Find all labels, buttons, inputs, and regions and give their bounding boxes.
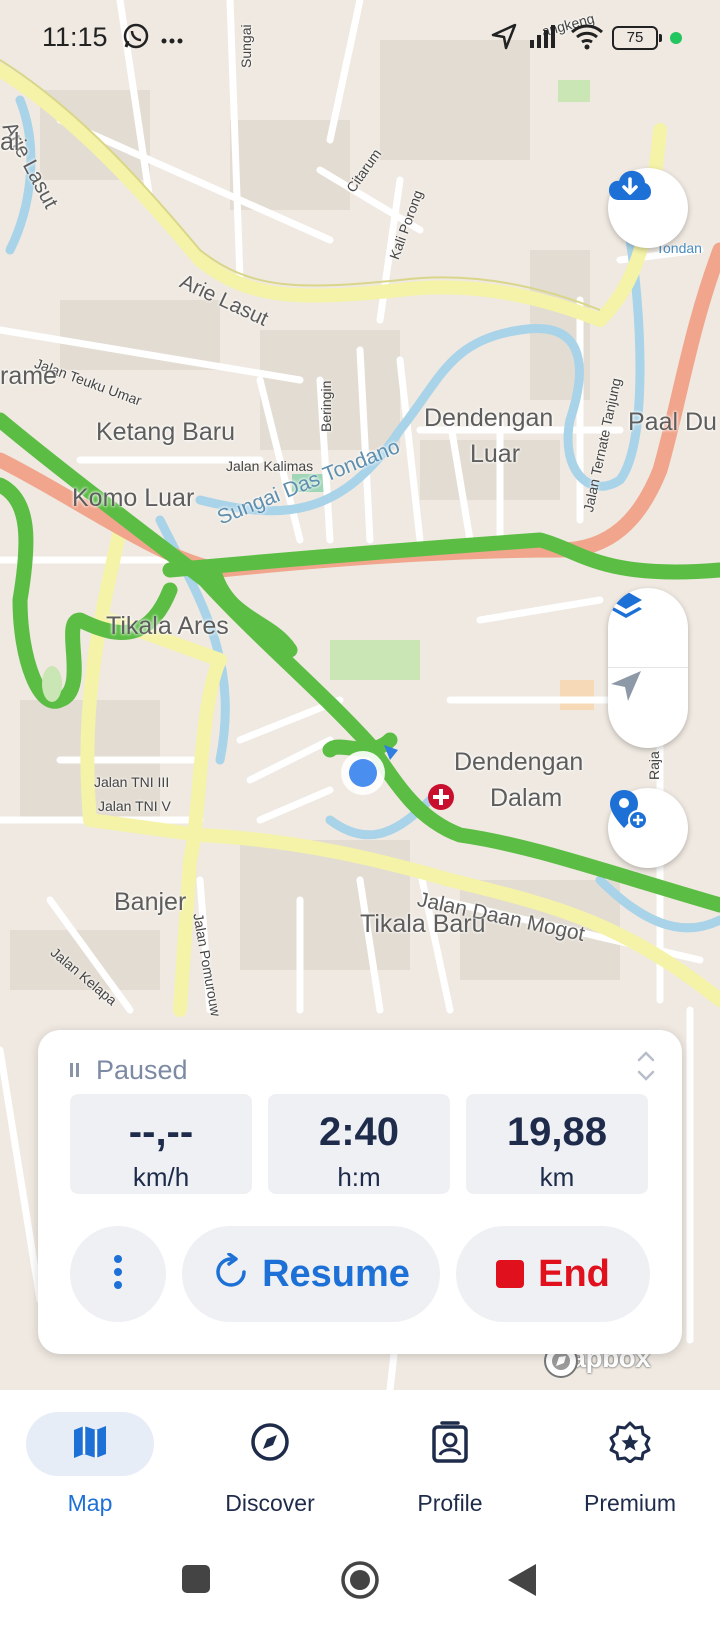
home-button[interactable] [340, 1560, 380, 1605]
nav-item-discover[interactable]: Discover [180, 1412, 360, 1522]
speed-unit: km/h [132, 1162, 190, 1192]
nav-label: Premium [583, 1490, 676, 1516]
profile-badge-icon [430, 1420, 470, 1468]
nav-active-indicator [26, 1412, 154, 1476]
resume-label: Resume [262, 1252, 410, 1295]
nav-icon-container [566, 1412, 694, 1476]
vertical-dots-icon [112, 1254, 124, 1295]
map-controls-group [608, 588, 688, 748]
tracking-card: Paused --,-- km/h 2:40 h:m 19,88 km Resu… [38, 1030, 682, 1354]
distance-value: 19,88 [506, 1110, 608, 1154]
map-label: Dendengan [424, 404, 554, 432]
map-label: Jalan TNI III [94, 774, 170, 790]
signal-icon [528, 22, 562, 55]
my-location-button[interactable] [608, 668, 688, 748]
map-label: Luar [470, 440, 521, 468]
offline-download-button[interactable] [608, 168, 688, 248]
map-label: Jalan TNI V [98, 798, 171, 814]
resume-icon [212, 1251, 250, 1296]
map-label: Tikala Ares [106, 612, 229, 640]
duration-value: 2:40 [318, 1110, 400, 1154]
battery-charging-dot [670, 32, 682, 44]
speed-stat: --,-- km/h [70, 1094, 252, 1194]
nav-label: Map [67, 1490, 113, 1516]
speed-value: --,-- [128, 1110, 194, 1154]
map-label: Ketang Baru [96, 418, 235, 446]
status-time: 11:15 [42, 22, 108, 52]
stop-icon [496, 1260, 525, 1288]
battery-icon: 75 [612, 26, 662, 50]
back-button[interactable] [506, 1562, 538, 1603]
add-place-button[interactable] [608, 788, 688, 868]
duration-stat: 2:40 h:m [268, 1094, 450, 1194]
premium-badge-icon [609, 1421, 651, 1468]
map-label: rame [0, 362, 57, 390]
bottom-navigation: Map Discover Profile Premium [0, 1390, 720, 1530]
map-label: Raja [646, 751, 662, 780]
duration-unit: h:m [337, 1162, 381, 1192]
pause-icon [70, 1063, 82, 1077]
map-label: Beringin [318, 380, 334, 432]
map-icon [70, 1422, 110, 1467]
map-label: Tikala Baru [360, 910, 486, 938]
nav-item-map[interactable]: Map [0, 1412, 180, 1522]
map-label: al [0, 128, 20, 156]
more-dots-icon [160, 32, 184, 50]
nav-label: Discover [225, 1490, 315, 1516]
nav-icon-container [386, 1412, 514, 1476]
map-label: Banjer [114, 888, 187, 916]
distance-stat: 19,88 km [466, 1094, 648, 1194]
nav-item-premium[interactable]: Premium [540, 1412, 720, 1522]
end-button[interactable]: End [456, 1226, 650, 1322]
map-label: Komo Luar [72, 484, 195, 512]
nav-label: Profile [417, 1490, 483, 1516]
more-options-button[interactable] [70, 1226, 166, 1322]
wifi-icon [570, 22, 604, 55]
status-bar: 11:15 75 [0, 0, 720, 80]
compass-icon [249, 1421, 291, 1468]
map-label: Dendengan [454, 748, 584, 776]
location-arrow-icon [490, 22, 518, 55]
resume-button[interactable]: Resume [182, 1226, 440, 1322]
map-label: Dalam [490, 784, 563, 812]
status-label: Paused [96, 1054, 188, 1085]
app-root: Arie Lasut Arie Lasut Jalan Teuku Umar r… [0, 0, 720, 1640]
expand-collapse-icon[interactable] [634, 1046, 658, 1086]
map-label: Paal Du [628, 408, 717, 436]
tracking-status: Paused [70, 1050, 188, 1090]
distance-unit: km [539, 1162, 575, 1192]
system-navigation-bar [0, 1530, 720, 1640]
nav-icon-container [206, 1412, 334, 1476]
nav-item-profile[interactable]: Profile [360, 1412, 540, 1522]
map-layers-button[interactable] [608, 588, 688, 668]
whatsapp-icon [122, 22, 150, 55]
recents-button[interactable] [181, 1564, 211, 1599]
end-label: End [538, 1252, 610, 1295]
map-label: Jalan Kalimas [226, 458, 314, 474]
